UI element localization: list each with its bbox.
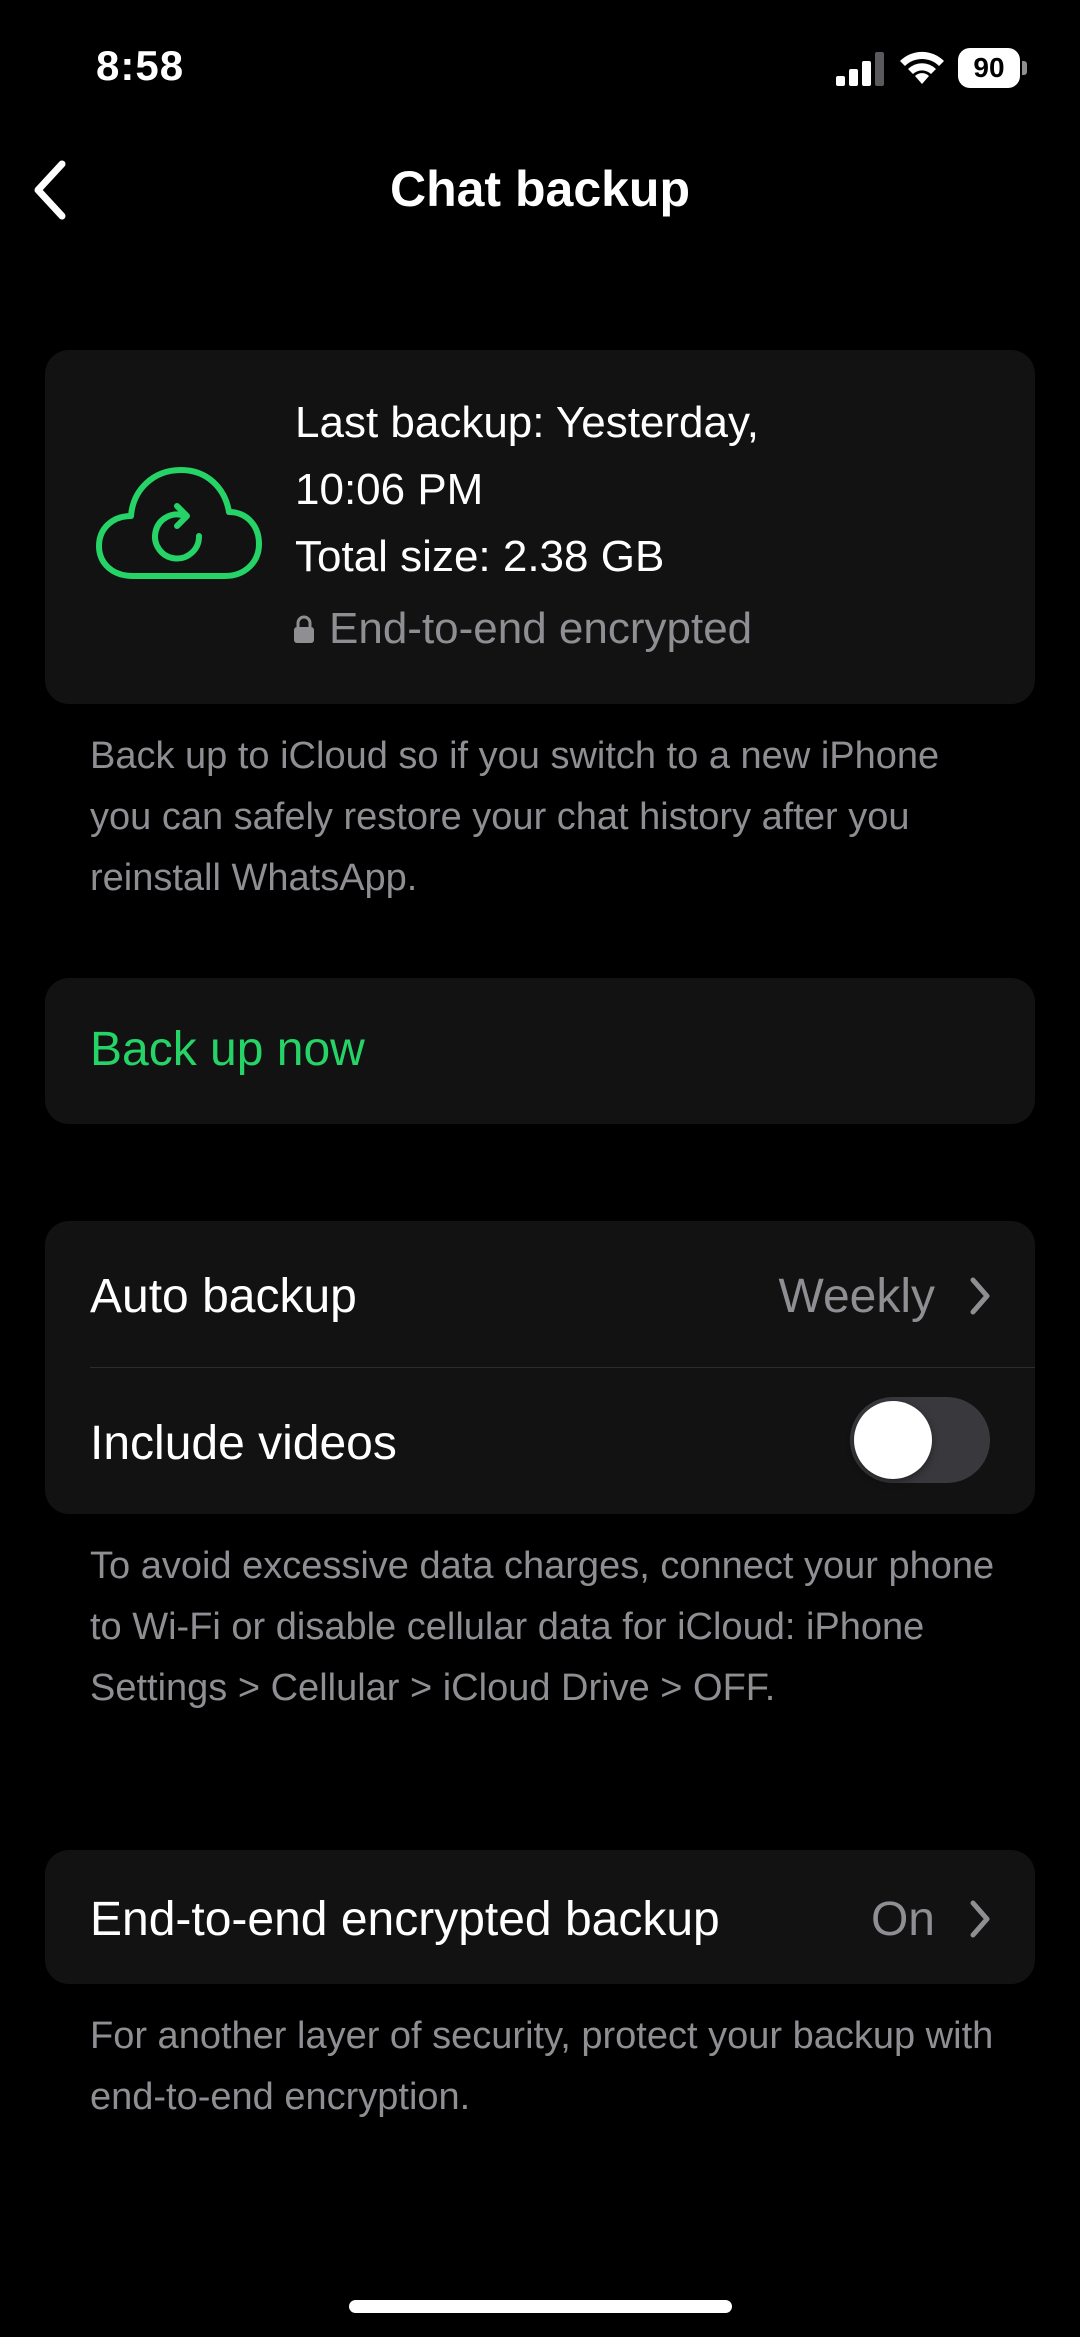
icloud-note: Back up to iCloud so if you switch to a …: [90, 735, 940, 899]
auto-backup-row[interactable]: Auto backup Weekly: [45, 1221, 1035, 1368]
include-videos-label: Include videos: [90, 1417, 397, 1470]
battery-level: 90: [973, 52, 1005, 83]
battery-tip: [1022, 61, 1027, 75]
battery-icon: 90: [958, 48, 1028, 88]
last-backup-label: Last backup: Yesterday,: [295, 398, 759, 447]
battery-body: 90: [958, 48, 1020, 88]
encryption-status-label: End-to-end encrypted: [329, 604, 753, 653]
cloud-sync-icon: [96, 467, 262, 579]
include-videos-row: Include videos: [45, 1368, 1035, 1514]
backup-info-card: Last backup: Yesterday, 10:06 PM Total s…: [45, 350, 1035, 704]
e2e-backup-value: On: [870, 1893, 935, 1946]
total-size: Total size: 2.38 GB: [295, 532, 665, 581]
page-title: Chat backup: [389, 161, 691, 217]
chevron-right-icon: [970, 1277, 990, 1315]
home-indicator[interactable]: [349, 2300, 732, 2313]
status-time: 8:58: [96, 42, 185, 89]
e2e-backup-row[interactable]: End-to-end encrypted backup On: [45, 1850, 1035, 1984]
chevron-right-icon: [970, 1900, 990, 1938]
backup-settings-card: Auto backup Weekly Include videos: [45, 1221, 1035, 1514]
encryption-status: End-to-end encrypted: [293, 604, 752, 654]
e2e-note: For another layer of security, protect y…: [90, 2015, 994, 2118]
last-backup-time: 10:06 PM: [295, 465, 484, 514]
signal-icon: [836, 52, 884, 86]
include-videos-toggle[interactable]: [850, 1397, 990, 1483]
auto-backup-value: Weekly: [778, 1270, 936, 1323]
lock-icon: [294, 615, 314, 643]
status-bar: 8:58 90: [0, 0, 1080, 130]
auto-backup-label: Auto backup: [90, 1270, 357, 1323]
back-up-now-button[interactable]: Back up now: [45, 978, 1035, 1124]
toggle-knob: [854, 1401, 932, 1479]
e2e-backup-label: End-to-end encrypted backup: [90, 1893, 720, 1946]
back-up-now-label: Back up now: [90, 1023, 365, 1076]
wifi-icon: [900, 51, 944, 84]
data-charges-note: To avoid excessive data charges, connect…: [90, 1545, 995, 1709]
